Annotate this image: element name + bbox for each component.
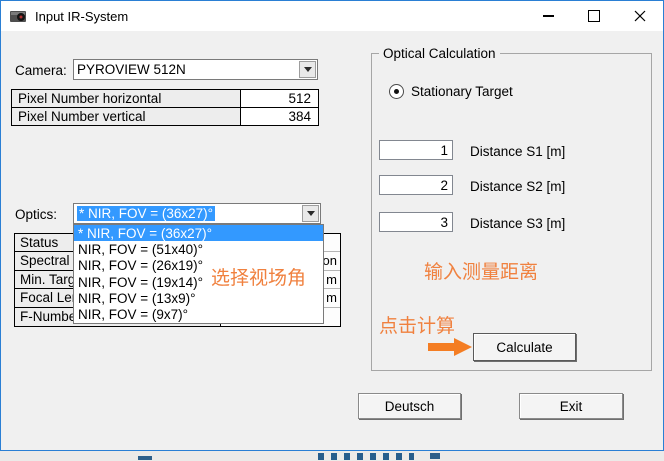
pixel-horizontal-value: 512 <box>241 90 318 107</box>
close-icon <box>634 10 646 22</box>
groupbox-title: Optical Calculation <box>379 46 500 61</box>
stationary-target-radio[interactable] <box>389 84 404 99</box>
radio-dot-icon <box>394 89 399 94</box>
distance-s2-label: Distance S2 [m] <box>470 179 565 194</box>
optics-dropdown-button[interactable] <box>302 205 319 222</box>
table-row: Pixel Number vertical 384 <box>12 108 318 125</box>
distance-s1-label: Distance S1 [m] <box>470 144 565 159</box>
pixel-vertical-label: Pixel Number vertical <box>12 108 241 125</box>
app-camera-icon <box>10 9 28 24</box>
exit-button[interactable]: Exit <box>519 393 623 419</box>
optics-selected-value: * NIR, FOV = (36x27)° <box>77 206 215 221</box>
titlebar: Input IR-System <box>1 1 663 31</box>
chevron-down-icon <box>307 211 315 216</box>
camera-label: Camera: <box>15 63 67 78</box>
annotation-enter-distance: 输入测量距离 <box>424 257 538 284</box>
distance-s3-label: Distance S3 [m] <box>470 216 565 231</box>
optics-option[interactable]: NIR, FOV = (9x7)° <box>74 307 323 323</box>
background-window-fragment <box>318 453 414 460</box>
window-title: Input IR-System <box>35 9 128 24</box>
deutsch-button[interactable]: Deutsch <box>358 393 461 419</box>
camera-combobox[interactable]: PYROVIEW 512N <box>73 59 318 80</box>
optics-option[interactable]: * NIR, FOV = (36x27)° <box>74 225 323 241</box>
pixel-number-table: Pixel Number horizontal 512 Pixel Number… <box>11 89 319 126</box>
minimize-icon <box>543 15 554 17</box>
camera-selected-value: PYROVIEW 512N <box>77 62 186 77</box>
annotation-click-calculate: 点击计算 <box>379 311 455 338</box>
chevron-down-icon <box>304 67 312 72</box>
background-window-fragment <box>138 456 152 460</box>
camera-dropdown-button[interactable] <box>299 61 316 78</box>
calculate-button[interactable]: Calculate <box>473 333 576 361</box>
pixel-vertical-value: 384 <box>241 108 318 125</box>
distance-s1-input[interactable] <box>379 140 453 160</box>
optics-combobox[interactable]: * NIR, FOV = (36x27)° <box>73 203 321 224</box>
optics-option[interactable]: NIR, FOV = (51x40)° <box>74 241 323 257</box>
table-row: Pixel Number horizontal 512 <box>12 90 318 108</box>
close-button[interactable] <box>617 1 663 31</box>
background-window-fragment <box>430 453 440 459</box>
optics-label: Optics: <box>15 207 57 222</box>
stationary-target-label: Stationary Target <box>411 84 513 99</box>
dialog-window: Input IR-System Camera: PYROVIEW 512N Pi… <box>0 0 664 451</box>
optics-option[interactable]: NIR, FOV = (13x9)° <box>74 290 323 306</box>
orange-arrow-icon <box>428 338 472 356</box>
annotation-select-fov: 选择视场角 <box>211 263 306 290</box>
pixel-horizontal-label: Pixel Number horizontal <box>12 90 241 107</box>
distance-s3-input[interactable] <box>379 212 453 232</box>
distance-s2-input[interactable] <box>379 175 453 195</box>
maximize-icon <box>588 10 600 22</box>
minimize-button[interactable] <box>525 1 571 31</box>
maximize-button[interactable] <box>571 1 617 31</box>
